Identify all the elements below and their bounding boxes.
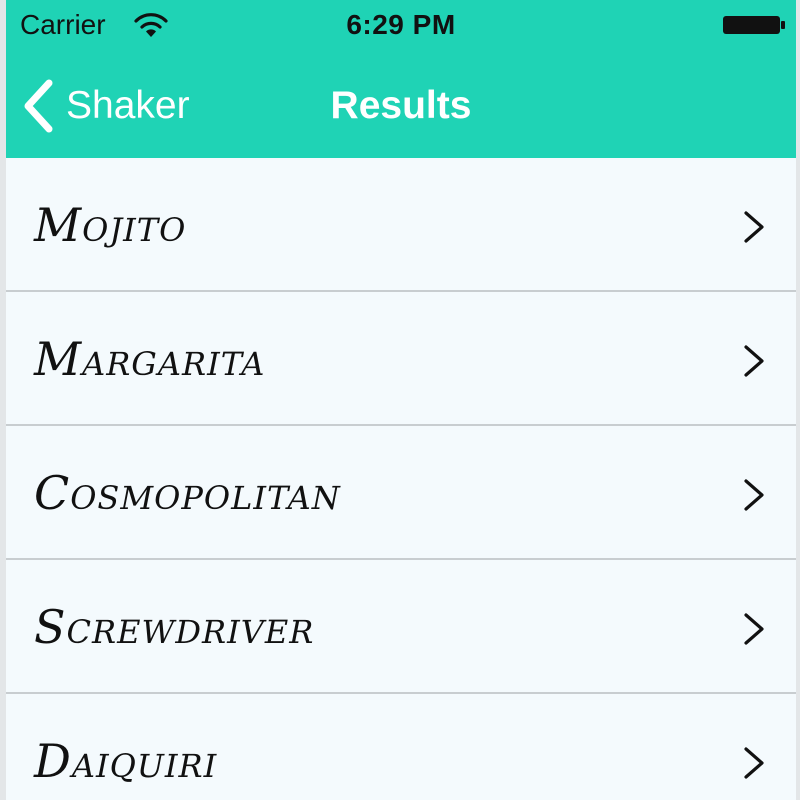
- result-label: Screwdriver: [34, 600, 315, 654]
- status-time: 6:29 PM: [346, 9, 456, 40]
- result-label: Mojito: [34, 198, 187, 252]
- chevron-right-icon: [744, 211, 764, 243]
- battery-icon: [723, 16, 785, 34]
- result-label: Cosmopolitan: [34, 466, 341, 520]
- results-list: Mojito Margarita Cosmopolitan Screwdrive…: [6, 158, 796, 800]
- navigation-bar: Carrier 6:29 PM Shaker Results: [6, 0, 796, 158]
- result-row-daiquiri[interactable]: Daiquiri: [6, 694, 796, 800]
- status-bar: Carrier 6:29 PM: [6, 0, 796, 50]
- result-label: Daiquiri: [34, 734, 218, 788]
- chevron-right-icon: [744, 747, 764, 779]
- app-screen: Carrier 6:29 PM Shaker Results Mojito Ma…: [6, 0, 796, 800]
- page-title: Results: [330, 84, 472, 127]
- result-row-margarita[interactable]: Margarita: [6, 292, 796, 426]
- chevron-right-icon: [744, 613, 764, 645]
- result-row-mojito[interactable]: Mojito: [6, 158, 796, 292]
- chevron-right-icon: [744, 479, 764, 511]
- result-label: Margarita: [34, 332, 266, 386]
- chevron-right-icon: [744, 345, 764, 377]
- result-row-screwdriver[interactable]: Screwdriver: [6, 560, 796, 694]
- result-row-cosmopolitan[interactable]: Cosmopolitan: [6, 426, 796, 560]
